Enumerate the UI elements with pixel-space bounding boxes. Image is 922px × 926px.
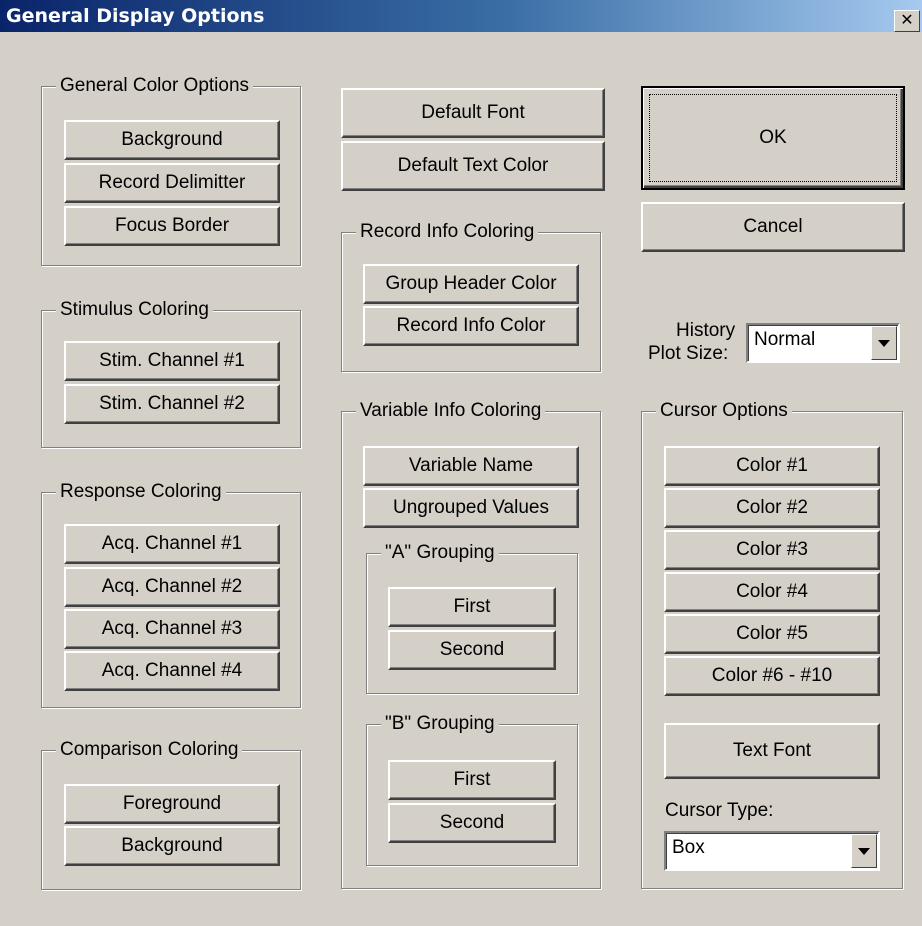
- record-delimitter-button[interactable]: Record Delimitter: [64, 163, 280, 203]
- cursor-color-1-button[interactable]: Color #1: [664, 446, 880, 486]
- acq-channel-1-button[interactable]: Acq. Channel #1: [64, 524, 280, 564]
- history-label-line2: Plot Size:: [648, 343, 729, 364]
- cursor-color-2-button[interactable]: Color #2: [664, 488, 880, 528]
- history-label-line1: History: [676, 320, 736, 341]
- default-font-button[interactable]: Default Font: [341, 88, 605, 138]
- variable-name-button[interactable]: Variable Name: [363, 446, 579, 486]
- acq-channel-3-button[interactable]: Acq. Channel #3: [64, 609, 280, 649]
- cancel-button[interactable]: Cancel: [641, 202, 905, 252]
- record-info-color-button[interactable]: Record Info Color: [363, 306, 579, 346]
- group-label: "A" Grouping: [381, 542, 499, 564]
- history-plot-size-value: Normal: [754, 329, 816, 350]
- group-label: Cursor Options: [656, 400, 792, 422]
- dropdown-button[interactable]: [871, 326, 897, 360]
- b-first-button[interactable]: First: [388, 760, 556, 800]
- general-display-options-dialog: General Display Options ✕ General Color …: [0, 0, 922, 926]
- history-plot-size-select[interactable]: Normal: [746, 323, 900, 363]
- default-text-color-button[interactable]: Default Text Color: [341, 141, 605, 191]
- cursor-color-4-button[interactable]: Color #4: [664, 572, 880, 612]
- b-second-button[interactable]: Second: [388, 803, 556, 843]
- text-font-button[interactable]: Text Font: [664, 723, 880, 779]
- group-label: Stimulus Coloring: [56, 299, 213, 321]
- acq-channel-4-button[interactable]: Acq. Channel #4: [64, 651, 280, 691]
- stim-channel-1-button[interactable]: Stim. Channel #1: [64, 341, 280, 381]
- ok-label: OK: [759, 127, 787, 148]
- ungrouped-values-button[interactable]: Ungrouped Values: [363, 488, 579, 528]
- group-label: "B" Grouping: [381, 713, 499, 735]
- a-first-button[interactable]: First: [388, 587, 556, 627]
- chevron-down-icon: [878, 339, 890, 347]
- foreground-color-button[interactable]: Foreground: [64, 784, 280, 824]
- group-label: Variable Info Coloring: [356, 400, 546, 422]
- cursor-color-3-button[interactable]: Color #3: [664, 530, 880, 570]
- cursor-color-6-10-button[interactable]: Color #6 - #10: [664, 656, 880, 696]
- cursor-type-label: Cursor Type:: [665, 800, 774, 821]
- window-title: General Display Options: [6, 5, 265, 27]
- group-label: General Color Options: [56, 75, 254, 97]
- close-button[interactable]: ✕: [894, 10, 920, 32]
- close-icon: ✕: [900, 12, 914, 29]
- cursor-color-5-button[interactable]: Color #5: [664, 614, 880, 654]
- dropdown-button[interactable]: [851, 834, 877, 868]
- group-header-color-button[interactable]: Group Header Color: [363, 264, 579, 304]
- group-label: Record Info Coloring: [356, 221, 539, 243]
- cursor-type-select[interactable]: Box: [664, 831, 880, 871]
- background-color-button[interactable]: Background: [64, 120, 280, 160]
- focus-border-button[interactable]: Focus Border: [64, 206, 280, 246]
- acq-channel-2-button[interactable]: Acq. Channel #2: [64, 567, 280, 607]
- a-second-button[interactable]: Second: [388, 630, 556, 670]
- comparison-background-button[interactable]: Background: [64, 826, 280, 866]
- ok-button[interactable]: OK: [641, 86, 905, 190]
- chevron-down-icon: [858, 847, 870, 855]
- group-label: Response Coloring: [56, 481, 226, 503]
- cursor-type-value: Box: [672, 837, 705, 858]
- stim-channel-2-button[interactable]: Stim. Channel #2: [64, 384, 280, 424]
- group-label: Comparison Coloring: [56, 739, 243, 761]
- title-bar[interactable]: General Display Options ✕: [0, 0, 922, 32]
